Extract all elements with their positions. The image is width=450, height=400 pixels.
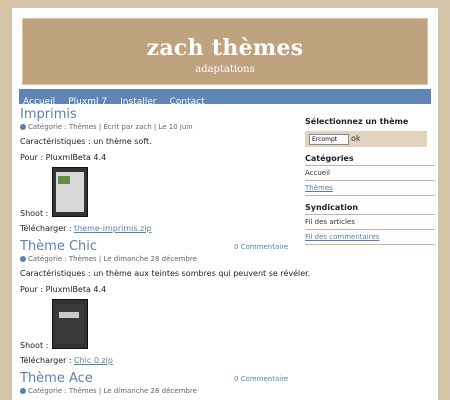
category-icon — [20, 256, 26, 262]
category-item[interactable]: Thèmes — [305, 183, 435, 194]
theme-screenshot-thumbnail[interactable] — [52, 299, 88, 349]
categories-heading: Catégories — [305, 154, 354, 163]
site-title[interactable]: zach thèmes — [22, 35, 428, 61]
post-shoot: Shoot : — [20, 341, 49, 350]
post-meta: Catégorie : Thèmes | Le dimanche 28 déce… — [20, 254, 197, 264]
post-download-link[interactable]: Chic 0.zip — [74, 355, 113, 366]
post-pour: Pour : PluxmlBeta 4.4 — [20, 153, 107, 162]
syndication-heading: Syndication — [305, 203, 359, 212]
syndication-item[interactable]: Fil des articles — [305, 217, 435, 228]
theme-selector: Ercompt ok — [305, 131, 427, 147]
nav-installer[interactable]: Installer — [116, 95, 160, 110]
post-download-link[interactable]: theme-imprimis.zip — [74, 223, 152, 234]
post-desc: Caractéristiques : un thème aux teintes … — [20, 269, 311, 278]
theme-select[interactable]: Ercompt — [309, 134, 349, 145]
post-meta-text: Catégorie : Thèmes | Écrit par zach | Le… — [28, 123, 193, 131]
post-meta-text: Catégorie : Thèmes | Le dimanche 28 déce… — [28, 255, 197, 263]
post-meta: Catégorie : Thèmes | Le dimanche 28 déce… — [20, 386, 197, 396]
post-download-label: Télécharger : — [20, 356, 72, 365]
main-nav: Accueil Pluxml 7 Installer Contact — [19, 89, 431, 107]
post-download-label: Télécharger : — [20, 224, 72, 233]
site-header: zach thèmes adaptations — [19, 15, 431, 88]
post-title-chic[interactable]: Thème Chic — [20, 239, 97, 254]
site-subtitle: adaptations — [195, 64, 255, 75]
category-icon — [20, 388, 26, 394]
theme-select-heading: Sélectionnez un thème — [305, 117, 409, 126]
comments-link[interactable]: 0 Commentaire — [234, 243, 288, 251]
theme-screenshot-thumbnail[interactable] — [52, 167, 88, 217]
post-shoot: Shoot : — [20, 209, 49, 218]
syndication-item[interactable]: Fil des commentaires — [305, 232, 435, 243]
theme-select-ok-button[interactable]: ok — [351, 134, 361, 143]
comments-link[interactable]: 0 Commentaire — [234, 375, 288, 383]
post-title-imprimis[interactable]: Imprimis — [20, 107, 77, 122]
post-meta-text: Catégorie : Thèmes | Le dimanche 28 déce… — [28, 387, 197, 395]
post-meta: Catégorie : Thèmes | Écrit par zach | Le… — [20, 122, 193, 132]
category-item[interactable]: Accueil — [305, 168, 435, 179]
post-title-ace[interactable]: Thème Ace — [20, 371, 93, 386]
post-pour: Pour : PluxmlBeta 4.4 — [20, 285, 107, 294]
category-icon — [20, 124, 26, 130]
nav-contact[interactable]: Contact — [166, 95, 209, 110]
page: zach thèmes adaptations Accueil Pluxml 7… — [12, 8, 438, 400]
post-desc: Caractéristiques : un thème soft. — [20, 137, 152, 146]
sidebar: Sélectionnez un thème Ercompt ok Catégor… — [305, 116, 435, 247]
